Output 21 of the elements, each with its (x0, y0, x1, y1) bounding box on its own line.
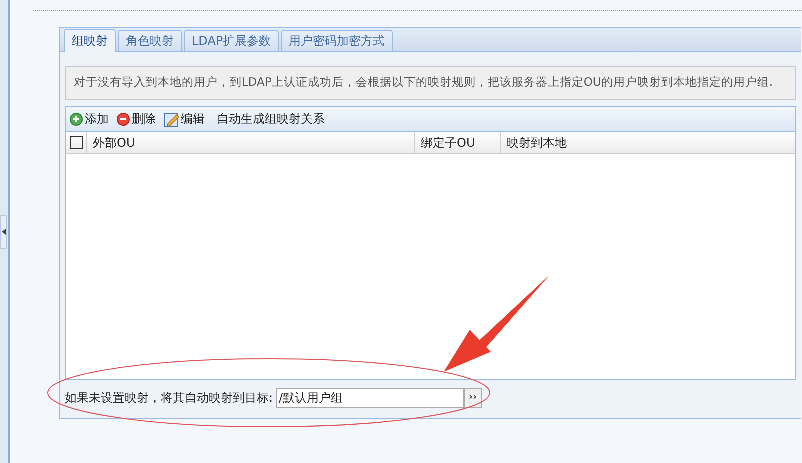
tab[interactable]: 用户密码加密方式 (281, 30, 394, 51)
column-header[interactable]: 映射到本地 (501, 132, 795, 153)
plus-icon (70, 112, 83, 126)
pencil-icon (164, 112, 179, 126)
target-field[interactable]: /默认用户组 (276, 388, 464, 408)
field-label: 如果未设置映射，将其自动映射到目标: (65, 390, 274, 407)
edit-button[interactable]: 编辑 (164, 110, 205, 128)
tab[interactable]: LDAP扩展参数 (184, 30, 280, 51)
browse-button[interactable]: ›› (464, 388, 482, 408)
info-message: 对于没有导入到本地的用户，到LDAP上认证成功后，会根据以下的映射规则，把该服务器上指定OU的用户映射到本地指定的用户组. (65, 66, 796, 100)
add-button[interactable]: 添加 (70, 110, 109, 128)
generate-button[interactable]: 自动生成组映射关系 (217, 110, 325, 128)
tab[interactable]: 角色映射 (118, 30, 182, 51)
minus-icon (117, 112, 130, 126)
delete-button[interactable]: 删除 (117, 110, 156, 128)
column-header[interactable]: 绑定子OU (415, 132, 501, 153)
column-header[interactable]: 外部OU (87, 132, 415, 153)
collapse-handle[interactable] (0, 214, 7, 248)
tab[interactable]: 组映射 (64, 29, 116, 52)
triangle-left-icon (2, 228, 6, 234)
select-all-checkbox[interactable] (70, 136, 82, 149)
